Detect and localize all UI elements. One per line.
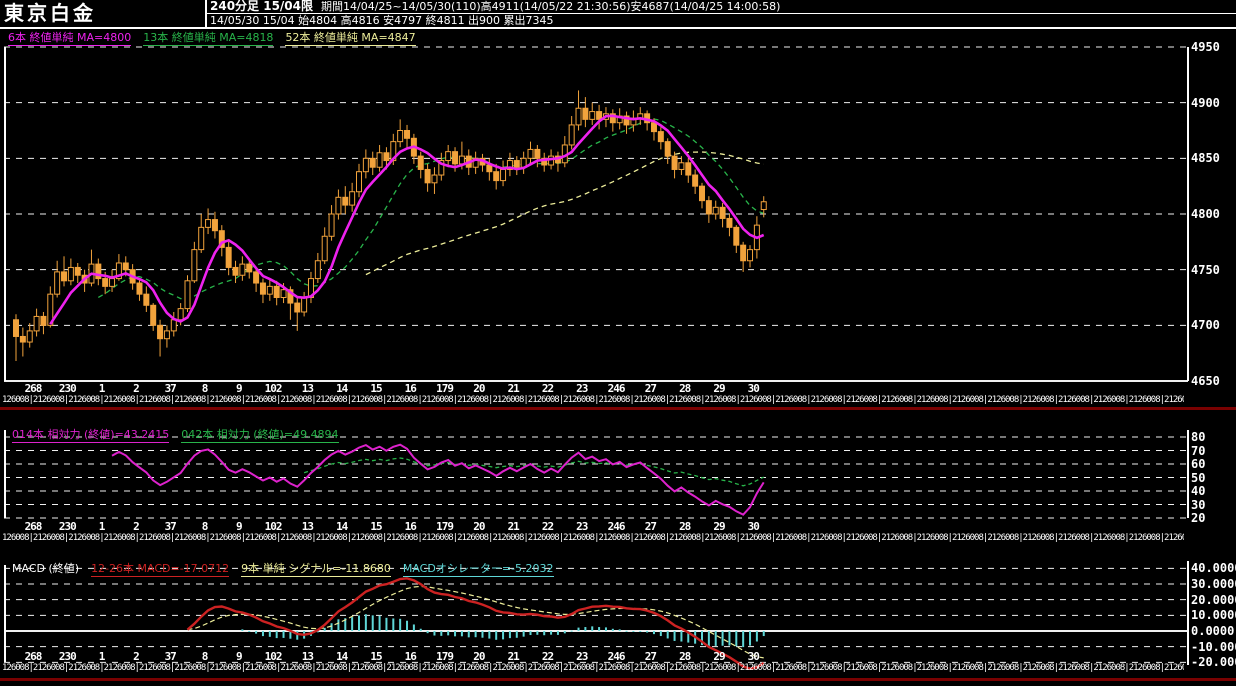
- legend-item: 9本 単純 シグナル=-11.8680: [241, 562, 391, 577]
- trading-terminal-screen: 東京白金 240分足 15/04限 期間14/04/25~14/05/30(110…: [0, 0, 1236, 686]
- period-range-info: 期間14/04/25~14/05/30(110)高4911(14/05/22 2…: [321, 0, 781, 13]
- x-axis-days-main: 268 230 1 2 37 8 9 102 13 14 15 16 179 20 21 22 23 246 27 2…: [0, 382, 1185, 395]
- x-axis-day-label: 30: [747, 650, 760, 663]
- x-axis-day-label: 30: [747, 520, 760, 533]
- legend-item: MACDオシレーター=-5.2032: [402, 562, 554, 577]
- macd-legend-title: MACD (終値): [12, 562, 80, 575]
- header-row-1: 240分足 15/04限 期間14/04/25~14/05/30(110)高491…: [207, 0, 1236, 14]
- header-row-2: 14/05/30 15/04 始4804 高4816 安4797 終4811 出…: [207, 14, 1236, 27]
- separator-line: [0, 407, 1236, 410]
- legend-item: 042本 相対力 (終値)=49.4894: [181, 428, 339, 443]
- macd-legend: MACD (終値) 12-26本 MACD=-17.0712 9本 単純 シグナル=…: [12, 560, 566, 577]
- legend-item: 13本 終値単純 MA=4818: [143, 31, 274, 46]
- rsi-legend: 014本 相対力 (終値)=43.2415 042本 相対力 (終値)=49.48…: [12, 426, 351, 443]
- header-bar: 東京白金 240分足 15/04限 期間14/04/25~14/05/30(110…: [0, 0, 1236, 29]
- legend-item: 52本 終値単純 MA=4847: [285, 31, 416, 46]
- x-axis-day-label: 30: [747, 382, 760, 395]
- timeframe-label[interactable]: 240分足 15/04限: [210, 0, 313, 13]
- legend-item: 014本 相対力 (終値)=43.2415: [12, 428, 170, 443]
- chart-canvas[interactable]: [0, 0, 1236, 686]
- ma-legend: 6本 終値単純 MA=4800 13本 終値単純 MA=4818 52本 終値単純 …: [8, 29, 428, 46]
- separator-line: [0, 678, 1236, 681]
- legend-item: 12-26本 MACD=-17.0712: [91, 562, 230, 577]
- x-axis-days-rsi: 268 230 1 2 37 8 9 102 13 14 15 16 179 20 21 22 23 246 27 2…: [0, 520, 1185, 533]
- x-axis-times-rsi: 126008|2126008|2126008|2126008|2126008|2…: [2, 533, 1184, 543]
- x-axis-times-macd: 126008|2126008|2126008|2126008|2126008|2…: [2, 663, 1184, 673]
- x-axis-times-main: 126008|2126008|2126008|2126008|2126008|2…: [2, 395, 1184, 405]
- current-bar-ohlc: 14/05/30 15/04 始4804 高4816 安4797 終4811 出…: [210, 14, 554, 27]
- legend-item: 6本 終値単純 MA=4800: [8, 31, 132, 46]
- x-axis-days-macd: 268 230 1 2 37 8 9 102 13 14 15 16 179 20 21 22 23 246 27 2…: [0, 650, 1185, 663]
- header-info: 240分足 15/04限 期間14/04/25~14/05/30(110)高491…: [207, 0, 1236, 27]
- instrument-title: 東京白金: [0, 0, 207, 27]
